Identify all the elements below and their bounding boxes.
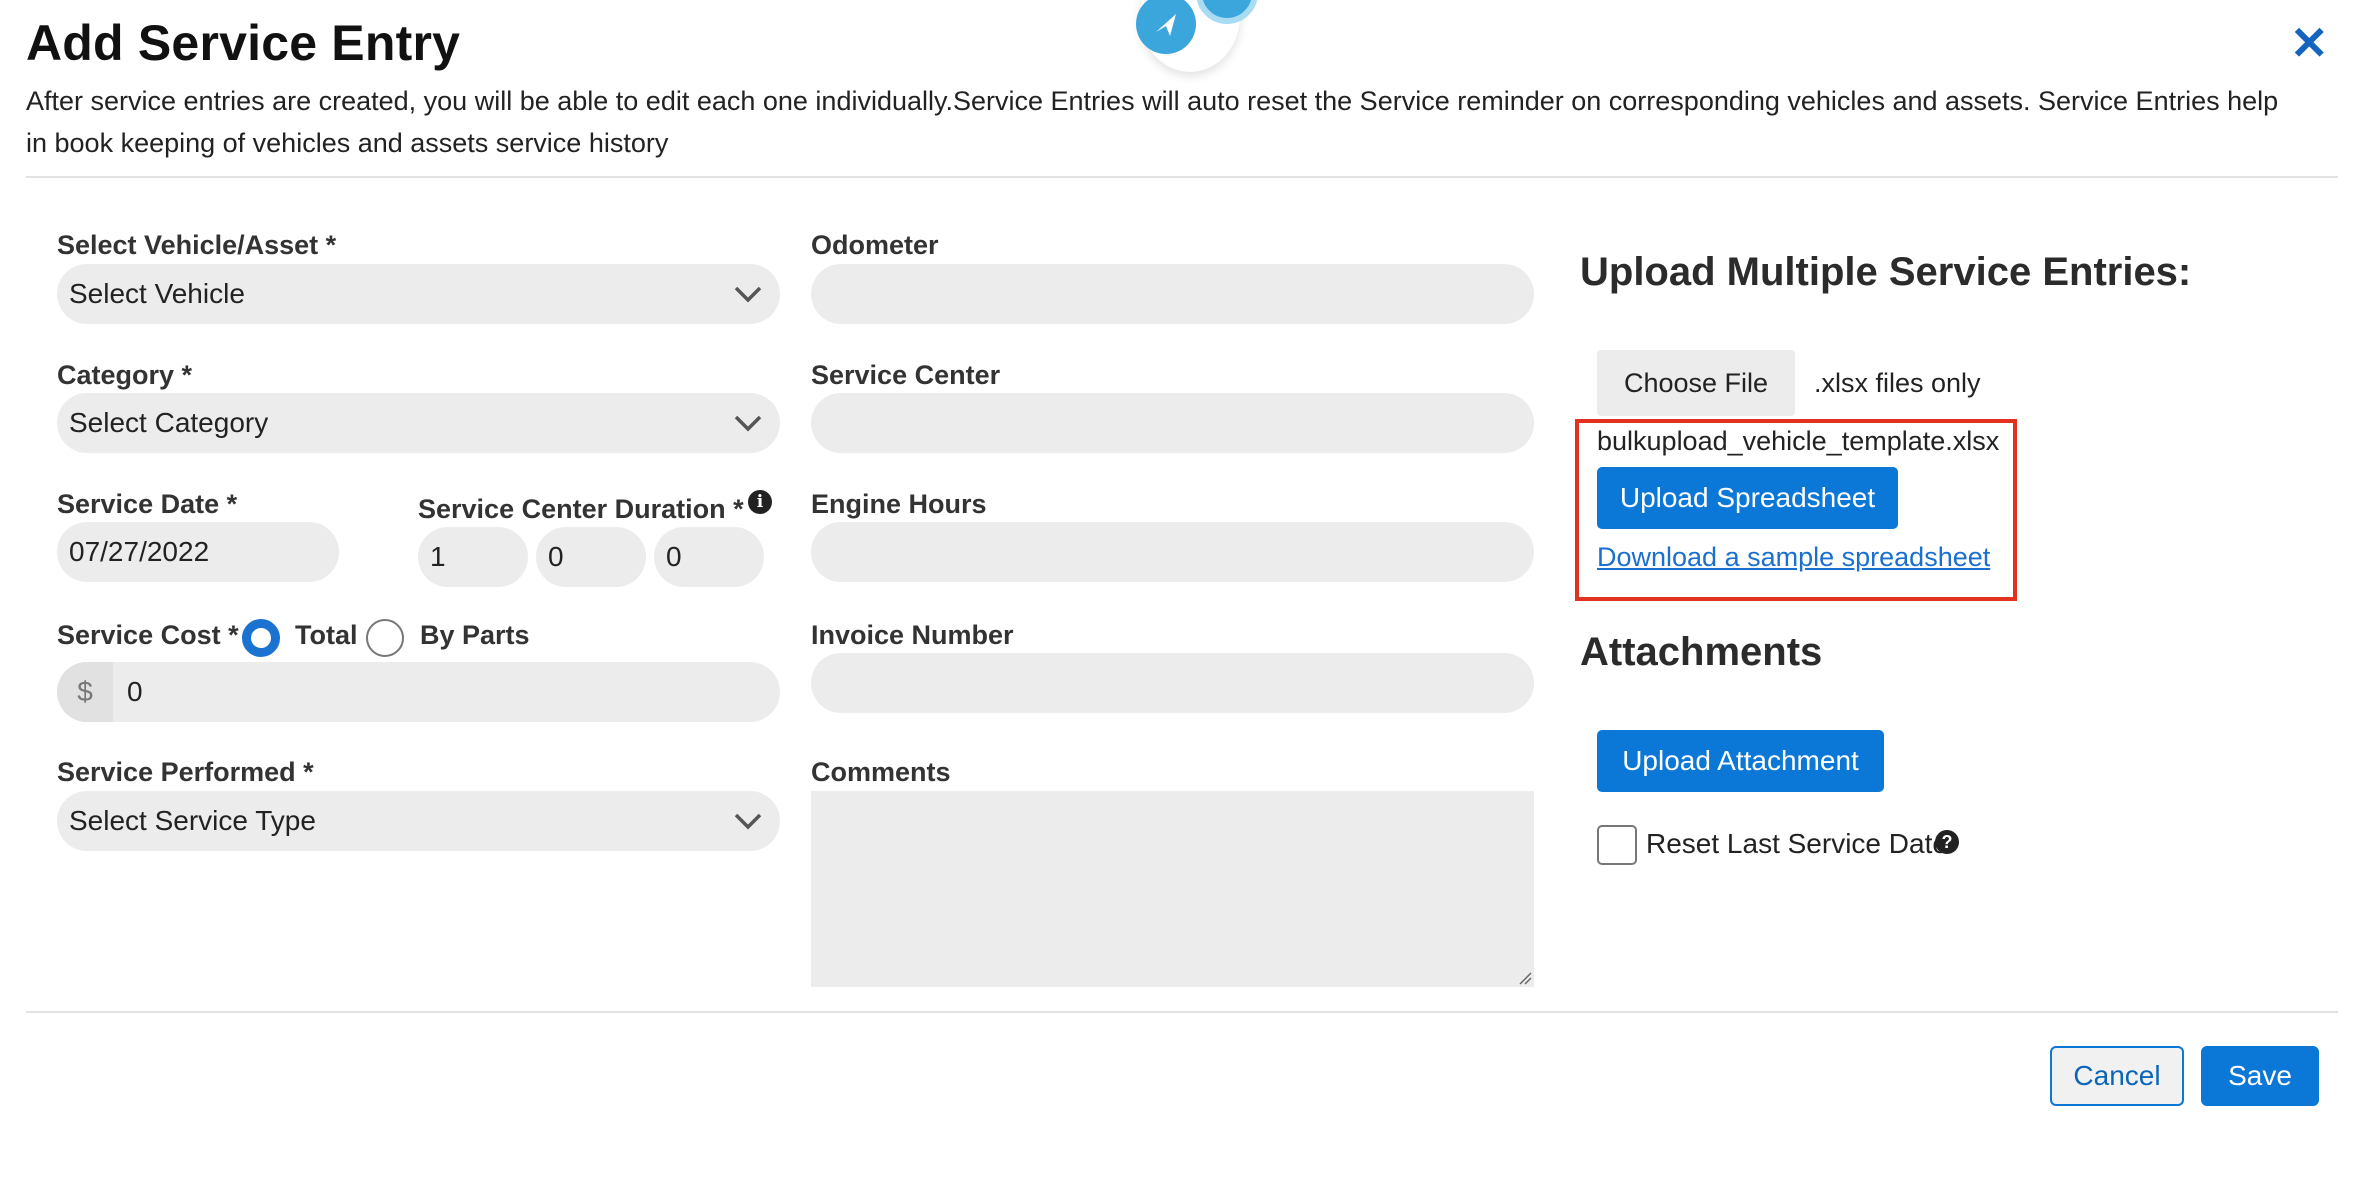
service-date-value: 07/27/2022 [69, 536, 210, 567]
help-icon[interactable]: ? [1935, 830, 1959, 854]
cancel-button[interactable]: Cancel [2050, 1046, 2184, 1106]
service-date-label: Service Date * [57, 489, 238, 519]
service-center-label: Service Center [811, 360, 1001, 390]
engine-hours-input[interactable] [811, 522, 1534, 582]
duration-minutes-value: 0 [548, 541, 564, 572]
page-title: Add Service Entry [26, 15, 461, 71]
service-center-input[interactable] [811, 393, 1534, 453]
file-hint: .xlsx files only [1814, 368, 1981, 398]
service-date-input[interactable]: 07/27/2022 [57, 522, 339, 582]
upload-spreadsheet-button[interactable]: Upload Spreadsheet [1597, 467, 1898, 529]
engine-hours-label: Engine Hours [811, 489, 987, 519]
category-label: Category * [57, 360, 193, 390]
attachments-heading: Attachments [1580, 630, 1823, 674]
widget-icon [1196, 0, 1258, 24]
service-performed-label: Service Performed * [57, 757, 314, 787]
service-performed-select[interactable]: Select Service Type [57, 791, 780, 851]
vehicle-label: Select Vehicle/Asset * [57, 230, 337, 260]
save-label: Save [2228, 1060, 2292, 1091]
invoice-number-label: Invoice Number [811, 620, 1014, 650]
service-cost-label: Service Cost * [57, 620, 239, 650]
odometer-label: Odometer [811, 230, 939, 260]
vehicle-select-value: Select Vehicle [69, 278, 245, 309]
radio-total[interactable] [242, 619, 280, 657]
selected-file-name: bulkupload_vehicle_template.xlsx [1597, 426, 2000, 456]
footer-divider [26, 1011, 2338, 1013]
upload-attachment-button[interactable]: Upload Attachment [1597, 730, 1884, 792]
reset-date-checkbox[interactable] [1597, 825, 1637, 865]
comments-textarea[interactable] [811, 791, 1534, 987]
vehicle-select[interactable]: Select Vehicle [57, 264, 780, 324]
duration-seconds-value: 0 [666, 541, 682, 572]
comments-label: Comments [811, 757, 951, 787]
duration-label: Service Center Duration * [418, 494, 744, 524]
upload-attachment-label: Upload Attachment [1622, 745, 1859, 776]
page-description: After service entries are created, you w… [26, 86, 2279, 158]
floating-widget[interactable] [1136, 0, 1258, 72]
category-select-value: Select Category [69, 407, 269, 438]
duration-minutes-input[interactable]: 0 [536, 527, 646, 587]
choose-file-button[interactable]: Choose File [1597, 350, 1795, 416]
chevron-down-icon [734, 286, 762, 303]
service-performed-value: Select Service Type [69, 805, 316, 836]
odometer-input[interactable] [811, 264, 1534, 324]
radio-total-label: Total [295, 620, 358, 650]
navigation-icon [1136, 0, 1196, 54]
currency-prefix: $ [57, 662, 113, 722]
duration-seconds-input[interactable]: 0 [654, 527, 764, 587]
upload-spreadsheet-label: Upload Spreadsheet [1619, 482, 1876, 513]
invoice-number-input[interactable] [811, 653, 1534, 713]
info-icon: i [748, 490, 772, 514]
save-button[interactable]: Save [2201, 1046, 2319, 1106]
radio-by-parts-label: By Parts [420, 620, 530, 650]
close-icon[interactable]: ✕ [2290, 20, 2329, 66]
download-sample-link[interactable]: Download a sample spreadsheet [1597, 542, 1990, 573]
service-cost-input[interactable]: $ 0 [57, 662, 780, 722]
radio-by-parts[interactable] [366, 619, 404, 657]
chevron-down-icon [734, 813, 762, 830]
upload-heading: Upload Multiple Service Entries: [1580, 250, 2192, 294]
resize-handle-icon[interactable] [1516, 969, 1532, 985]
chevron-down-icon [734, 415, 762, 432]
duration-hours-input[interactable]: 1 [418, 527, 528, 587]
header-divider [26, 176, 2338, 178]
choose-file-label: Choose File [1623, 367, 1769, 398]
cancel-label: Cancel [2073, 1060, 2161, 1091]
category-select[interactable]: Select Category [57, 393, 780, 453]
reset-date-label: Reset Last Service Date [1646, 828, 1948, 859]
duration-hours-value: 1 [430, 541, 446, 572]
service-cost-value: 0 [127, 676, 143, 707]
